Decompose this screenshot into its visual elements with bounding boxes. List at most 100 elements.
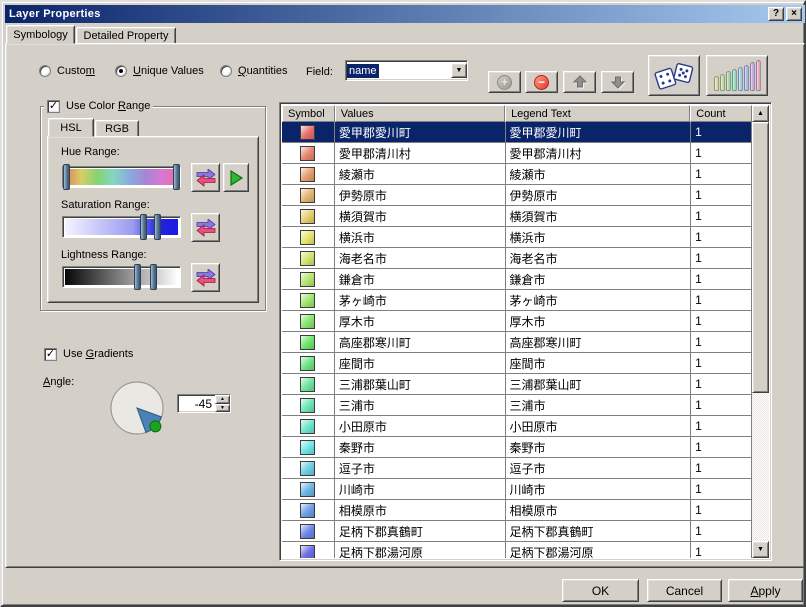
use-color-range-checkbox[interactable]: ✓ Use Color Range bbox=[44, 99, 153, 113]
legend-cell[interactable]: 秦野市 bbox=[506, 437, 692, 458]
column-header-count[interactable]: Count bbox=[690, 105, 752, 122]
legend-cell[interactable]: 座間市 bbox=[506, 353, 692, 374]
table-row[interactable]: 横浜市 横浜市 1 bbox=[282, 227, 752, 248]
use-gradients-checkbox[interactable]: ✓ Use Gradients bbox=[44, 347, 133, 361]
legend-cell[interactable]: 三浦郡葉山町 bbox=[506, 374, 692, 395]
hue-handle-low[interactable] bbox=[63, 164, 70, 190]
scroll-up-button[interactable]: ▲ bbox=[752, 105, 769, 122]
value-cell[interactable]: 海老名市 bbox=[335, 248, 506, 269]
saturation-range-slider[interactable] bbox=[62, 216, 181, 238]
table-row[interactable]: 三浦市 三浦市 1 bbox=[282, 395, 752, 416]
value-cell[interactable]: 三浦郡葉山町 bbox=[335, 374, 506, 395]
symbol-cell[interactable] bbox=[282, 206, 335, 227]
legend-cell[interactable]: 足柄下郡真鶴町 bbox=[506, 521, 692, 542]
symbol-cell[interactable] bbox=[282, 542, 335, 558]
lightness-range-slider[interactable] bbox=[62, 266, 181, 288]
value-cell[interactable]: 川崎市 bbox=[335, 479, 506, 500]
table-row[interactable]: 足柄下郡真鶴町 足柄下郡真鶴町 1 bbox=[282, 521, 752, 542]
count-cell[interactable]: 1 bbox=[691, 500, 752, 521]
count-cell[interactable]: 1 bbox=[691, 311, 752, 332]
table-row[interactable]: 茅ヶ崎市 茅ヶ崎市 1 bbox=[282, 290, 752, 311]
count-cell[interactable]: 1 bbox=[691, 206, 752, 227]
symbol-cell[interactable] bbox=[282, 332, 335, 353]
table-scrollbar[interactable]: ▲ ▼ bbox=[752, 105, 769, 558]
legend-cell[interactable]: 高座郡寒川町 bbox=[506, 332, 692, 353]
count-cell[interactable]: 1 bbox=[691, 332, 752, 353]
reverse-hue-button[interactable] bbox=[191, 163, 220, 192]
reverse-lightness-button[interactable] bbox=[191, 263, 220, 292]
checkbox-box[interactable]: ✓ bbox=[47, 100, 60, 113]
hue-handle-high[interactable] bbox=[173, 164, 180, 190]
count-cell[interactable]: 1 bbox=[691, 269, 752, 290]
tab-symbology[interactable]: Symbology bbox=[6, 25, 75, 44]
symbol-cell[interactable] bbox=[282, 500, 335, 521]
ok-button[interactable]: OK bbox=[562, 579, 639, 602]
animate-hue-button[interactable] bbox=[223, 163, 249, 192]
value-cell[interactable]: 秦野市 bbox=[335, 437, 506, 458]
legend-cell[interactable]: 海老名市 bbox=[506, 248, 692, 269]
legend-cell[interactable]: 足柄下郡湯河原 bbox=[506, 542, 692, 558]
count-cell[interactable]: 1 bbox=[691, 437, 752, 458]
saturation-handle-low[interactable] bbox=[140, 214, 147, 240]
legend-cell[interactable]: 鎌倉市 bbox=[506, 269, 692, 290]
radio-unique-values[interactable]: Unique Values bbox=[115, 64, 204, 78]
close-button[interactable]: × bbox=[786, 7, 802, 21]
value-cell[interactable]: 三浦市 bbox=[335, 395, 506, 416]
scrollbar-thumb[interactable] bbox=[752, 122, 769, 393]
symbol-cell[interactable] bbox=[282, 437, 335, 458]
symbol-cell[interactable] bbox=[282, 227, 335, 248]
value-cell[interactable]: 愛甲郡清川村 bbox=[335, 143, 506, 164]
symbol-cell[interactable] bbox=[282, 353, 335, 374]
tab-hsl[interactable]: HSL bbox=[48, 118, 94, 137]
dial-knob[interactable] bbox=[150, 421, 161, 432]
radio-custom[interactable]: Custom bbox=[39, 64, 95, 78]
value-cell[interactable]: 伊勢原市 bbox=[335, 185, 506, 206]
lightness-handle-low[interactable] bbox=[134, 264, 141, 290]
value-cell[interactable]: 相模原市 bbox=[335, 500, 506, 521]
hue-range-slider[interactable] bbox=[62, 166, 181, 188]
value-cell[interactable]: 座間市 bbox=[335, 353, 506, 374]
table-row[interactable]: 川崎市 川崎市 1 bbox=[282, 479, 752, 500]
table-row[interactable]: 逗子市 逗子市 1 bbox=[282, 458, 752, 479]
checkbox-box[interactable]: ✓ bbox=[44, 348, 57, 361]
table-row[interactable]: 綾瀬市 綾瀬市 1 bbox=[282, 164, 752, 185]
symbol-cell[interactable] bbox=[282, 164, 335, 185]
legend-cell[interactable]: 茅ヶ崎市 bbox=[506, 290, 692, 311]
legend-cell[interactable]: 愛甲郡清川村 bbox=[506, 143, 692, 164]
count-cell[interactable]: 1 bbox=[691, 185, 752, 206]
table-row[interactable]: 座間市 座間市 1 bbox=[282, 353, 752, 374]
value-cell[interactable]: 高座郡寒川町 bbox=[335, 332, 506, 353]
tab-detailed-property[interactable]: Detailed Property bbox=[76, 27, 176, 44]
value-cell[interactable]: 横浜市 bbox=[335, 227, 506, 248]
tab-rgb[interactable]: RGB bbox=[95, 120, 139, 137]
column-header-legend-text[interactable]: Legend Text bbox=[505, 105, 690, 122]
spin-down-button[interactable]: ▼ bbox=[215, 404, 230, 413]
radio-quantities[interactable]: Quantities bbox=[220, 64, 288, 78]
count-cell[interactable]: 1 bbox=[691, 374, 752, 395]
table-row[interactable]: 相模原市 相模原市 1 bbox=[282, 500, 752, 521]
move-up-button[interactable] bbox=[563, 71, 596, 93]
symbol-cell[interactable] bbox=[282, 479, 335, 500]
apply-button[interactable]: Apply bbox=[728, 579, 803, 602]
legend-cell[interactable]: 横須賀市 bbox=[506, 206, 692, 227]
legend-cell[interactable]: 三浦市 bbox=[506, 395, 692, 416]
spin-up-button[interactable]: ▲ bbox=[215, 395, 230, 404]
move-down-button[interactable] bbox=[601, 71, 634, 93]
count-cell[interactable]: 1 bbox=[691, 479, 752, 500]
legend-cell[interactable]: 川崎市 bbox=[506, 479, 692, 500]
random-colors-button[interactable] bbox=[648, 55, 700, 96]
value-cell[interactable]: 茅ヶ崎市 bbox=[335, 290, 506, 311]
legend-cell[interactable]: 小田原市 bbox=[506, 416, 692, 437]
scrollbar-track[interactable] bbox=[752, 122, 769, 541]
table-row[interactable]: 愛甲郡愛川町 愛甲郡愛川町 1 bbox=[282, 122, 752, 143]
field-combobox[interactable]: name ▼ bbox=[345, 60, 468, 81]
value-cell[interactable]: 小田原市 bbox=[335, 416, 506, 437]
symbol-cell[interactable] bbox=[282, 269, 335, 290]
value-cell[interactable]: 横須賀市 bbox=[335, 206, 506, 227]
symbol-cell[interactable] bbox=[282, 395, 335, 416]
symbol-cell[interactable] bbox=[282, 458, 335, 479]
title-bar[interactable]: Layer Properties ? × bbox=[5, 5, 805, 23]
table-row[interactable]: 三浦郡葉山町 三浦郡葉山町 1 bbox=[282, 374, 752, 395]
symbol-cell[interactable] bbox=[282, 143, 335, 164]
table-row[interactable]: 愛甲郡清川村 愛甲郡清川村 1 bbox=[282, 143, 752, 164]
